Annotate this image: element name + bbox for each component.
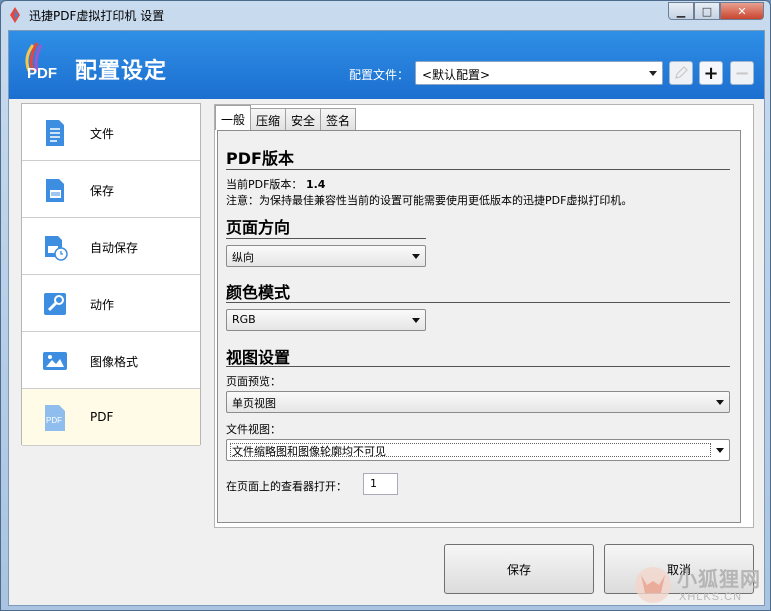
sidebar-item-label: 文件 (90, 127, 115, 141)
chevron-down-icon (716, 400, 724, 405)
edit-profile-button[interactable] (669, 61, 693, 85)
header-banner: PDF 配置设定 配置文件： <默认配置> + − (9, 31, 764, 99)
app-icon (10, 7, 20, 23)
profile-value: <默认配置> (422, 68, 491, 82)
close-button[interactable]: ✕ (720, 2, 764, 20)
pdf-version-heading: PDF版本 (226, 149, 294, 168)
color-mode-dropdown[interactable]: RGB (226, 309, 426, 331)
title-bar: 迅捷PDF虚拟打印机 设置 ▁ □ ✕ (1, 1, 770, 29)
minimize-icon: ▁ (676, 4, 686, 18)
save-button[interactable]: 保存 (444, 544, 594, 594)
settings-panel: 一般 压缩 安全 签名 PDF版本 当前PDF版本： 1.4 注意：为保持最佳兼… (214, 104, 754, 528)
orientation-value: 纵向 (232, 251, 254, 264)
tab-strip: 一般 压缩 安全 签名 (215, 105, 357, 130)
divider (226, 366, 730, 367)
remove-profile-button[interactable]: − (730, 61, 754, 85)
wrench-icon (44, 293, 66, 315)
minus-icon: − (734, 62, 750, 84)
view-settings-heading: 视图设置 (226, 348, 291, 367)
pencil-icon (675, 66, 688, 79)
color-mode-value: RGB (232, 313, 256, 326)
chevron-down-icon (412, 318, 420, 323)
sidebar-item-label: 动作 (90, 298, 115, 312)
watermark-text: 小狐狸网 (677, 567, 761, 591)
document-view-label: 文件视图： (226, 423, 281, 436)
sidebar-item-label: 图像格式 (90, 355, 139, 369)
plus-icon: + (703, 62, 719, 84)
version-note: 注意：为保持最佳兼容性当前的设置可能需要使用更低版本的迅捷PDF虚拟打印机。 (226, 194, 633, 207)
divider (226, 302, 730, 303)
page-preview-value: 单页视图 (232, 397, 276, 410)
tab-signature[interactable]: 签名 (320, 108, 357, 130)
document-icon (46, 120, 64, 146)
document-view-dropdown[interactable]: 文件缩略图和图像轮廓均不可见 (226, 439, 730, 461)
sidebar-item-label: 自动保存 (90, 241, 139, 255)
window-title: 迅捷PDF虚拟打印机 设置 (29, 9, 165, 23)
current-version-value: 1.4 (305, 178, 326, 191)
orientation-dropdown[interactable]: 纵向 (226, 245, 426, 267)
watermark-subtext: XHLKS.CN (679, 591, 743, 603)
divider (226, 169, 730, 170)
open-page-input[interactable]: 1 (363, 473, 398, 495)
sidebar-item-image-format[interactable]: 图像格式 (22, 332, 200, 389)
profile-label: 配置文件： (349, 68, 410, 82)
maximize-icon: □ (701, 4, 713, 18)
add-profile-button[interactable]: + (699, 61, 723, 85)
settings-window: 迅捷PDF虚拟打印机 设置 ▁ □ ✕ PDF 配置设定 配置文件： <默认配置… (0, 0, 771, 611)
tab-compression[interactable]: 压缩 (250, 108, 287, 130)
svg-text:PDF: PDF (46, 416, 62, 425)
sidebar-item-document[interactable]: 文件 (22, 104, 200, 161)
page-preview-label: 页面预览： (226, 375, 281, 388)
close-icon: ✕ (737, 4, 747, 18)
chevron-down-icon (649, 71, 657, 76)
autosave-icon (45, 236, 68, 261)
sidebar: 文件 保存 自动保存 动作 图像格式 PDF PDF (21, 103, 201, 446)
sidebar-item-label: PDF (90, 410, 114, 424)
open-page-label: 在页面上的查看器打开： (226, 480, 347, 493)
color-mode-heading: 颜色模式 (226, 283, 291, 302)
sidebar-item-pdf[interactable]: PDF PDF (22, 389, 200, 446)
page-preview-dropdown[interactable]: 单页视图 (226, 391, 730, 413)
client-area: PDF 配置设定 配置文件： <默认配置> + − 文件 保存 自动保存 动作 … (8, 30, 765, 606)
sidebar-item-autosave[interactable]: 自动保存 (22, 218, 200, 275)
sidebar-item-save[interactable]: 保存 (22, 161, 200, 218)
tab-general[interactable]: 一般 (215, 105, 252, 130)
chevron-down-icon (716, 448, 724, 453)
tab-security[interactable]: 安全 (285, 108, 322, 130)
sidebar-item-label: 保存 (90, 184, 115, 198)
minimize-button[interactable]: ▁ (668, 2, 694, 20)
current-version-label: 当前PDF版本： 1.4 (226, 178, 326, 191)
page-title: 配置设定 (75, 59, 168, 84)
profile-dropdown[interactable]: <默认配置> (415, 61, 663, 85)
general-tab-content: PDF版本 当前PDF版本： 1.4 注意：为保持最佳兼容性当前的设置可能需要使… (217, 130, 741, 523)
logo-text: PDF (27, 65, 57, 82)
orientation-heading: 页面方向 (226, 218, 291, 237)
sidebar-item-actions[interactable]: 动作 (22, 275, 200, 332)
pdf-icon: PDF (45, 405, 65, 431)
divider (226, 238, 426, 239)
save-icon (46, 179, 64, 202)
image-icon (43, 352, 67, 370)
maximize-button[interactable]: □ (694, 2, 720, 20)
focus-rect (230, 443, 711, 457)
chevron-down-icon (412, 254, 420, 259)
